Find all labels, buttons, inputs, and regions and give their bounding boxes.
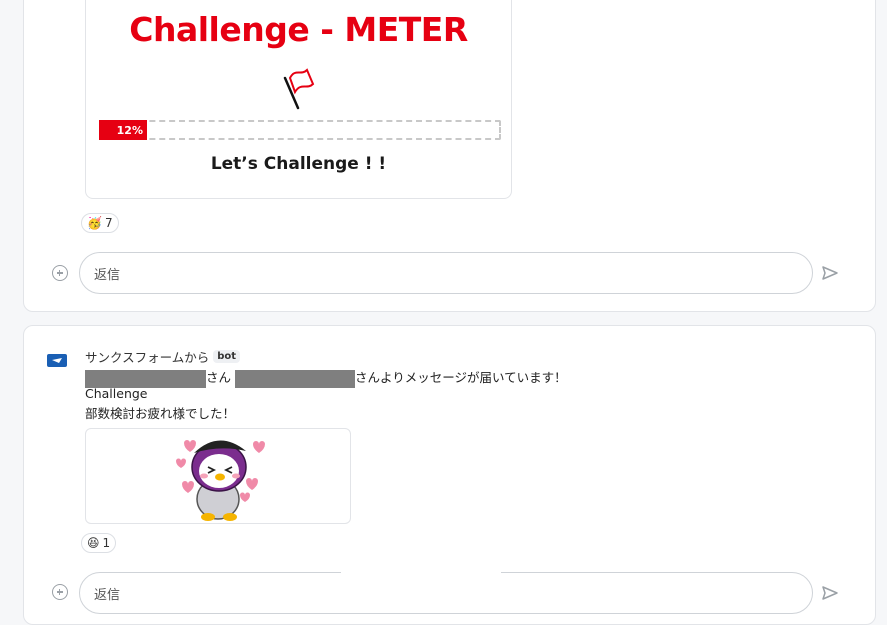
reply-placeholder: 返信 (94, 587, 121, 603)
message-line-2: Challenge (85, 386, 148, 401)
reply-input[interactable]: 返信 (79, 572, 813, 614)
progress-fill: 12% (99, 120, 147, 140)
redacted-sender (85, 369, 206, 388)
party-face-emoji: 🥳 (87, 216, 102, 230)
penguin-illustration (176, 440, 265, 521)
reply-placeholder: 返信 (94, 267, 121, 283)
overlay-strip (341, 560, 501, 574)
send-icon[interactable] (821, 265, 839, 281)
bot-avatar-icon (47, 354, 67, 367)
bot-badge: bot (213, 350, 241, 363)
plus-icon[interactable] (52, 584, 68, 600)
message-line-3: 部数検討お疲れ様でした！ (85, 406, 236, 421)
reaction-count: 7 (104, 216, 113, 230)
reaction-chip[interactable]: 😆 1 (81, 533, 117, 553)
message-line-1: さん さんよりメッセージが届いています！ (85, 367, 567, 388)
meter-title: Challenge - METER (129, 10, 468, 49)
redacted-recipient (235, 369, 356, 388)
meter-caption: Let’s Challenge ! ! (210, 154, 387, 174)
message-line-1-middle: さん (206, 370, 232, 385)
message-line-1-suffix: さんよりメッセージが届いています！ (355, 370, 567, 385)
reaction-chip[interactable]: 🥳 7 (81, 213, 119, 233)
flag-icon (283, 68, 315, 110)
sender-name: サンクスフォームから (85, 350, 210, 365)
send-icon[interactable] (821, 585, 839, 601)
plus-icon[interactable] (52, 265, 68, 281)
message-card-meter: Challenge - METER 12% Let’s Challenge ! … (23, 0, 876, 312)
progress-label: 12% (116, 123, 143, 137)
laughing-emoji: 😆 (87, 536, 100, 550)
message-card-thanks: サンクスフォームから bot さん さんよりメッセージが届いています！ Chall… (23, 325, 876, 625)
progress-track (100, 120, 501, 140)
reply-input[interactable]: 返信 (79, 252, 813, 294)
penguin-sticker[interactable] (85, 428, 351, 524)
challenge-meter-image[interactable]: Challenge - METER 12% Let’s Challenge ! … (85, 0, 512, 199)
sender-line: サンクスフォームから bot (85, 347, 241, 366)
reaction-count: 1 (102, 536, 111, 550)
